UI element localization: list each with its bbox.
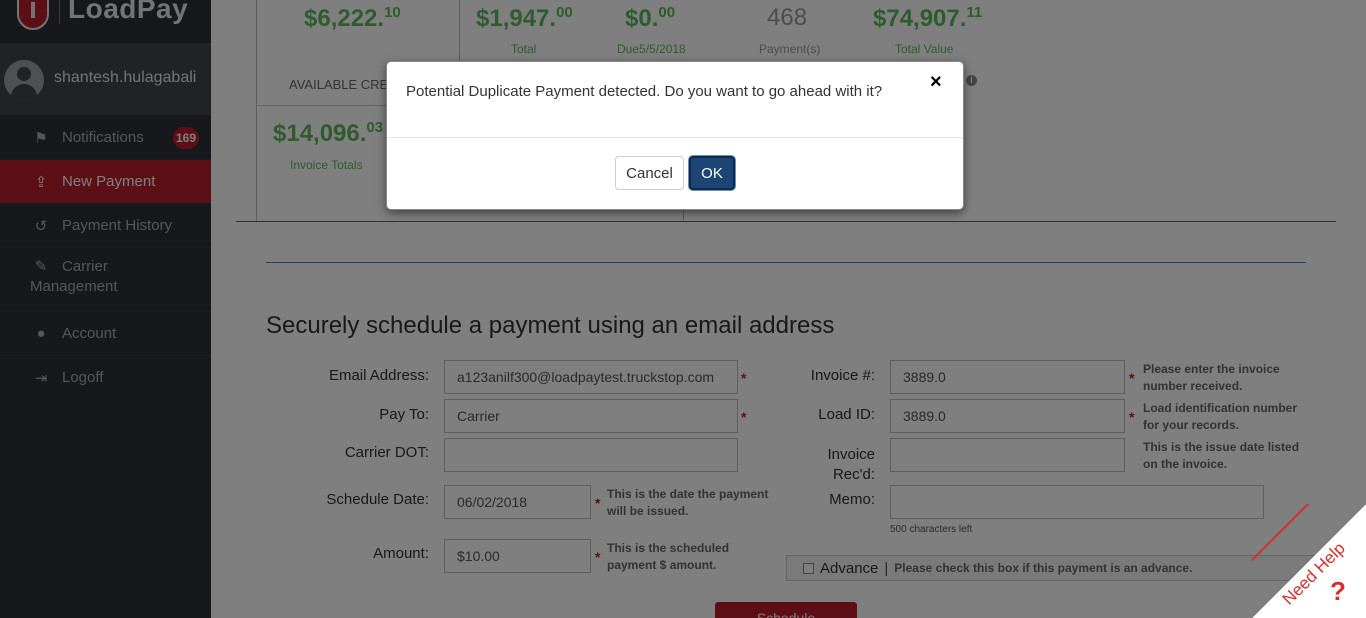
need-help-background (1252, 504, 1366, 618)
modal-header: Potential Duplicate Payment detected. Do… (387, 62, 963, 138)
need-help-corner[interactable]: Need Help ? (1252, 504, 1366, 618)
duplicate-payment-dialog: Potential Duplicate Payment detected. Do… (386, 61, 964, 210)
close-icon[interactable]: × (930, 71, 942, 94)
ok-button[interactable]: OK (689, 156, 735, 190)
modal-message: Potential Duplicate Payment detected. Do… (406, 83, 883, 100)
question-icon: ? (1330, 576, 1346, 606)
cancel-button[interactable]: Cancel (615, 156, 684, 190)
